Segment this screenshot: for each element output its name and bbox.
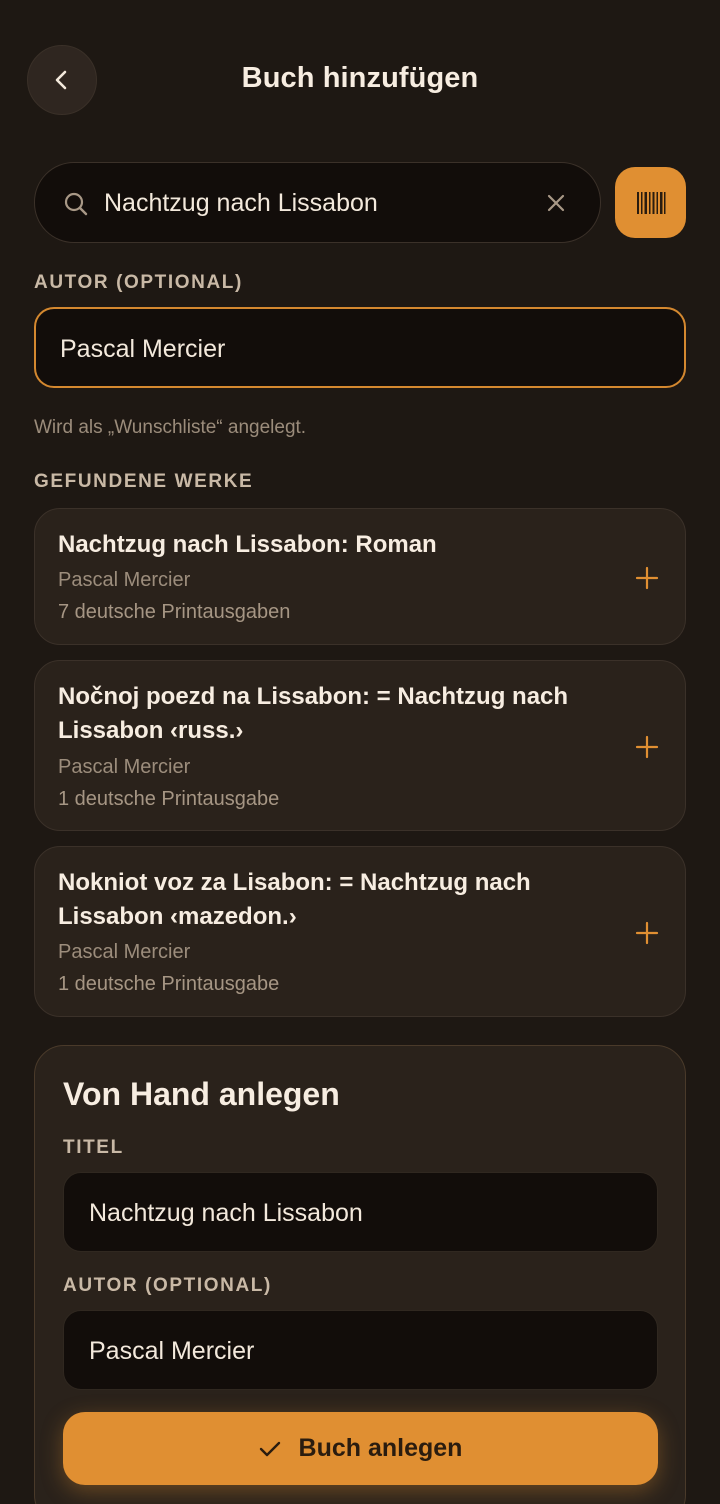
author-value: Pascal Mercier (60, 335, 226, 363)
close-icon[interactable] (544, 191, 568, 215)
create-book-label: Buch anlegen (298, 1434, 463, 1462)
plus-icon[interactable] (635, 735, 659, 759)
manual-heading: Von Hand anlegen (63, 1076, 340, 1112)
title-field[interactable]: Nachtzug nach Lissabon (63, 1172, 658, 1252)
author-field[interactable]: Pascal Mercier (34, 307, 686, 388)
result-card[interactable]: Nočnoj poezd na Lissabon: = Nachtzug nac… (34, 660, 686, 831)
search-value: Nachtzug nach Lissabon (104, 189, 378, 217)
wishlist-hint: Wird als „Wunschliste“ angelegt. (34, 417, 307, 438)
title-label: TITEL (63, 1137, 124, 1158)
create-book-button[interactable]: Buch anlegen (63, 1412, 658, 1485)
result-editions: 7 deutsche Printausgaben (58, 601, 291, 623)
result-card[interactable]: Nokniot voz za Lisabon: = Nachtzug nach … (34, 846, 686, 1017)
result-editions: 1 deutsche Printausgabe (58, 788, 280, 810)
results-label: GEFUNDENE WERKE (34, 471, 254, 492)
plus-icon[interactable] (635, 921, 659, 945)
title-value: Nachtzug nach Lissabon (89, 1199, 363, 1227)
manual-author-value: Pascal Mercier (89, 1337, 255, 1365)
result-author: Pascal Mercier (58, 756, 191, 778)
result-author: Pascal Mercier (58, 941, 191, 963)
result-card[interactable]: Nachtzug nach Lissabon: Roman Pascal Mer… (34, 508, 686, 645)
check-icon (259, 1441, 280, 1456)
page-title: Buch hinzufügen (241, 62, 479, 94)
result-title: Nokniot voz za Lisabon: = Nachtzug nach … (58, 869, 531, 930)
manual-author-field[interactable]: Pascal Mercier (63, 1310, 658, 1390)
barcode-scan-button[interactable] (615, 167, 686, 238)
plus-icon[interactable] (635, 566, 659, 590)
result-title: Nočnoj poezd na Lissabon: = Nachtzug nac… (58, 683, 569, 744)
search-input[interactable]: Nachtzug nach Lissabon (34, 162, 601, 243)
result-author: Pascal Mercier (58, 569, 191, 591)
author-label: AUTOR (OPTIONAL) (34, 272, 243, 293)
barcode-icon (636, 191, 665, 214)
manual-author-label: AUTOR (OPTIONAL) (63, 1275, 272, 1296)
result-title: Nachtzug nach Lissabon: Roman (58, 531, 437, 558)
add-book-screen: Buch hinzufügen Nachtzug nach Lissabon A… (0, 0, 720, 1504)
search-icon (64, 192, 88, 216)
result-editions: 1 deutsche Printausgabe (58, 973, 280, 995)
manual-entry-panel: Von Hand anlegen TITEL Nachtzug nach Lis… (34, 1045, 686, 1504)
